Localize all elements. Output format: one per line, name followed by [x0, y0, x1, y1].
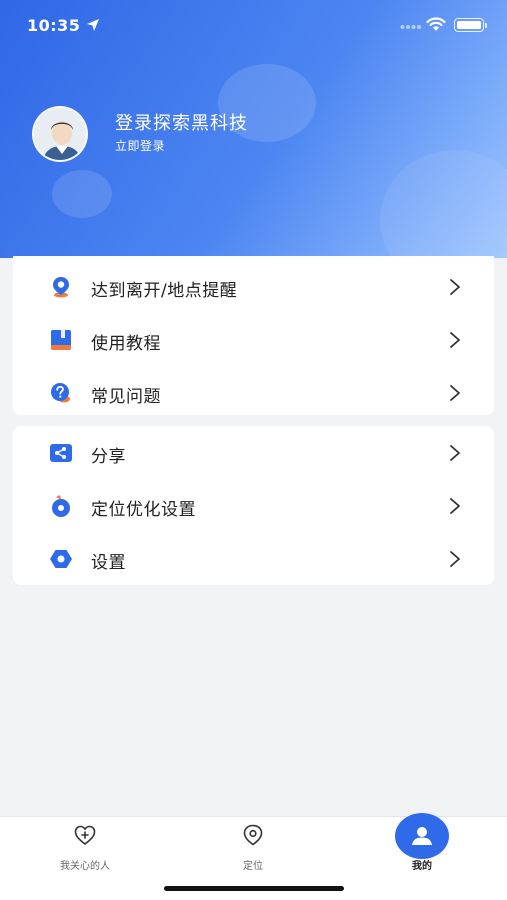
- faq-question-icon: [51, 383, 70, 403]
- tab-location[interactable]: 定位: [193, 817, 313, 887]
- default-avatar-icon: [34, 108, 86, 160]
- settings-icon: [50, 550, 72, 568]
- signal-dots-icon: [400, 25, 421, 29]
- tab-mine[interactable]: 我的: [362, 813, 482, 887]
- chevron-right-icon: [450, 279, 460, 295]
- menu-item-faq[interactable]: 常见问题: [13, 366, 494, 419]
- chevron-right-icon: [450, 385, 460, 401]
- menu-card-primary: 达到离开/地点提醒 使用教程 常见问题: [13, 256, 494, 415]
- menu-item-tutorial[interactable]: 使用教程: [13, 313, 494, 366]
- menu-item-label: 分享: [91, 447, 126, 467]
- tab-label: 我的: [412, 861, 432, 872]
- menu-item-label: 达到离开/地点提醒: [91, 281, 238, 301]
- decor-bubble: [52, 170, 112, 218]
- chevron-right-icon: [450, 551, 460, 567]
- chevron-right-icon: [450, 498, 460, 514]
- avatar[interactable]: [32, 106, 88, 162]
- profile-icon: [412, 827, 432, 845]
- decor-bubble: [380, 150, 507, 258]
- menu-item-label: 使用教程: [91, 334, 161, 354]
- menu-item-share[interactable]: 分享: [13, 426, 494, 479]
- home-indicator: [164, 886, 344, 891]
- tab-label: 我关心的人: [60, 861, 110, 872]
- profile-header: 10:35 登录探索黑科技 立即登录: [0, 0, 507, 258]
- menu-item-location-reminder[interactable]: 达到离开/地点提醒: [13, 260, 494, 313]
- menu-item-label: 常见问题: [91, 387, 161, 407]
- login-now-link[interactable]: 立即登录: [115, 137, 165, 154]
- tab-caring-people[interactable]: 我关心的人: [25, 817, 145, 887]
- location-pin-icon: [243, 824, 263, 846]
- heart-plus-icon: [74, 825, 96, 846]
- menu-item-label: 定位优化设置: [91, 500, 196, 520]
- menu-item-location-optimize[interactable]: 定位优化设置: [13, 479, 494, 532]
- tutorial-book-icon: [51, 330, 71, 350]
- menu-item-settings[interactable]: 设置: [13, 532, 494, 585]
- location-optimize-icon: [52, 495, 70, 517]
- battery-icon: [454, 18, 487, 32]
- status-time: 10:35: [27, 16, 81, 35]
- tab-label: 定位: [243, 861, 263, 872]
- login-prompt-title[interactable]: 登录探索黑科技: [115, 109, 248, 135]
- menu-card-secondary: 分享 定位优化设置 设置: [13, 426, 494, 585]
- status-bar: 10:35: [0, 0, 507, 50]
- share-icon: [50, 444, 72, 462]
- location-reminder-icon: [53, 277, 69, 298]
- chevron-right-icon: [450, 332, 460, 348]
- location-arrow-icon: [87, 19, 99, 31]
- chevron-right-icon: [450, 445, 460, 461]
- menu-item-label: 设置: [91, 553, 126, 573]
- wifi-icon: [426, 17, 446, 31]
